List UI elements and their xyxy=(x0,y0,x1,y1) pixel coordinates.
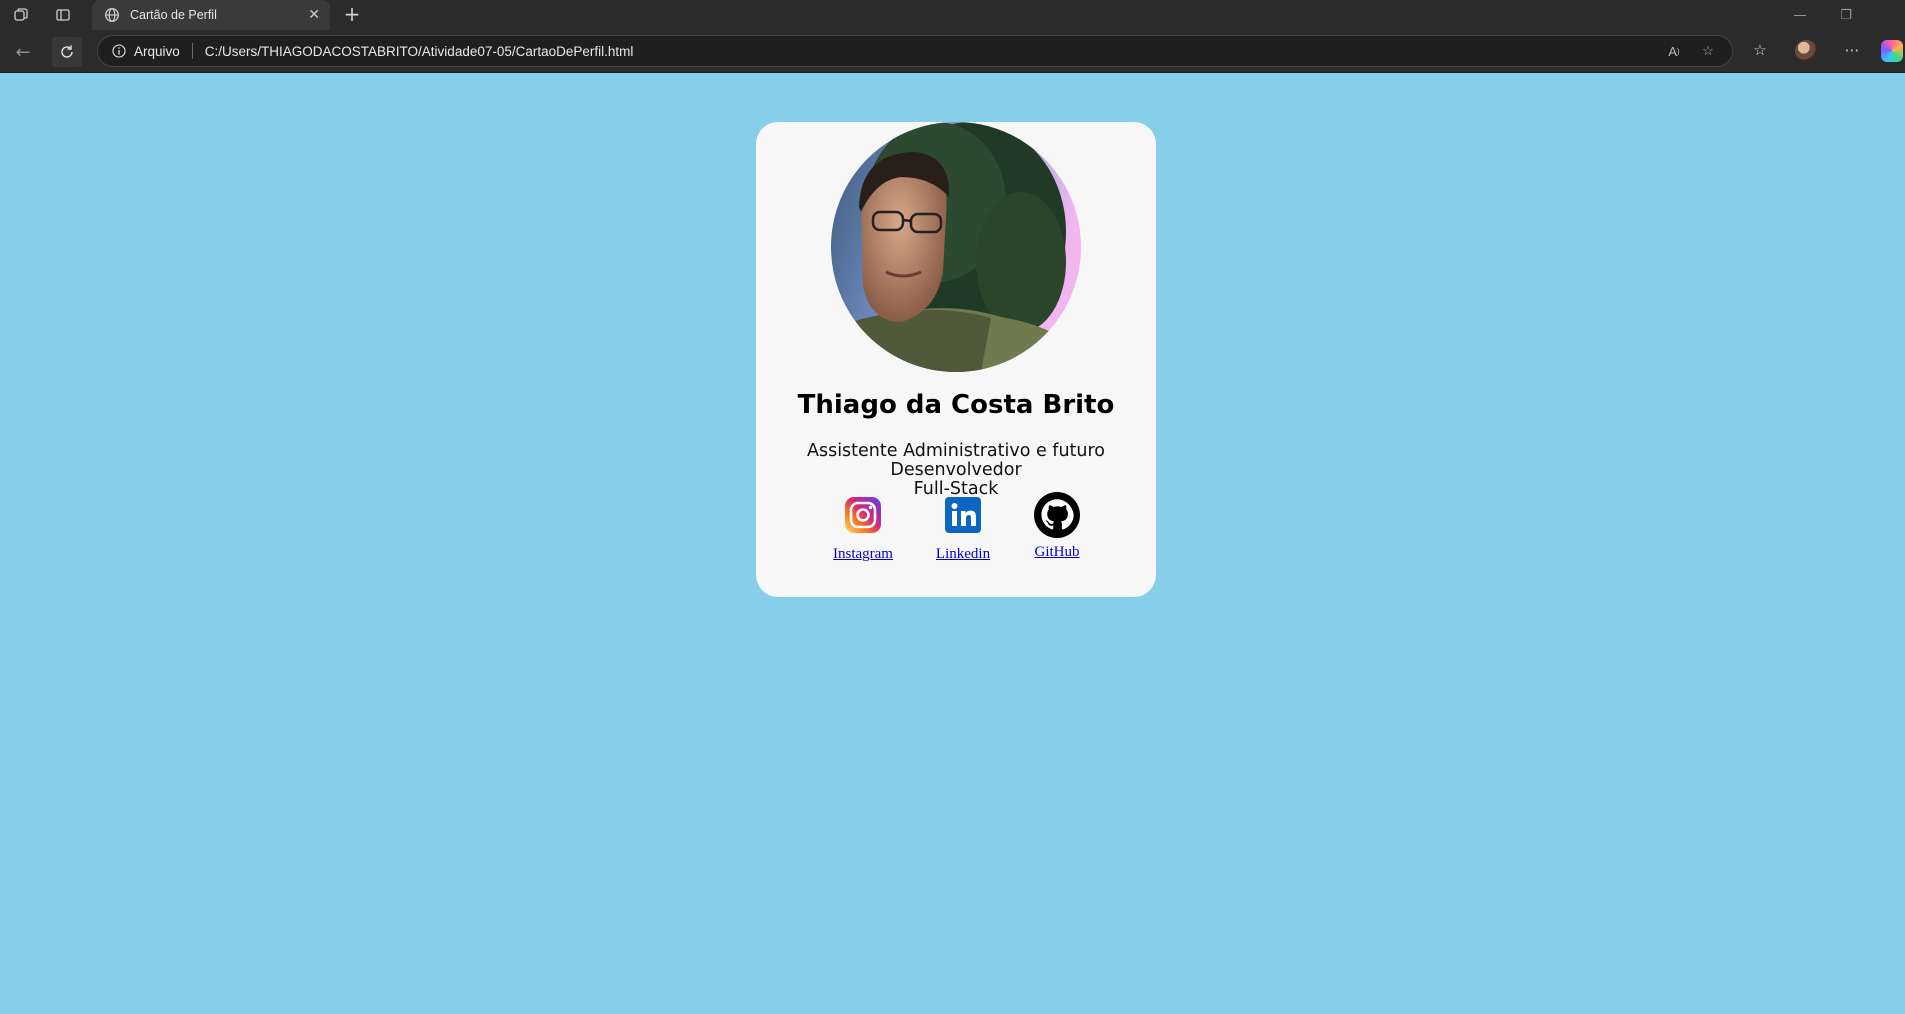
social-linkedin: Linkedin xyxy=(918,496,1008,563)
favorites-icon[interactable]: ☆ xyxy=(1749,39,1771,61)
profile-card: Thiago da Costa Brito Assistente Adminis… xyxy=(756,122,1156,597)
tab-cartao-de-perfil[interactable]: Cartão de Perfil ✕ xyxy=(92,0,330,30)
profile-name: Thiago da Costa Brito xyxy=(797,390,1115,420)
profile-role-line1: Assistente Administrativo e futuro Desen… xyxy=(806,441,1106,480)
workspaces-icon[interactable] xyxy=(10,4,32,26)
tab-actions-icon[interactable] xyxy=(52,4,74,26)
social-instagram: Instagram xyxy=(818,496,908,563)
browser-toolbar: ← Arquivo C:/Users/THIAGODACOSTABRITO/At… xyxy=(0,30,1905,73)
copilot-icon[interactable] xyxy=(1881,40,1903,62)
profile-photo xyxy=(831,122,1081,372)
read-aloud-icon[interactable]: A) xyxy=(1664,41,1684,61)
info-icon[interactable] xyxy=(112,44,126,58)
back-arrow-icon[interactable]: ← xyxy=(8,37,38,67)
linkedin-icon[interactable] xyxy=(944,496,982,534)
address-url[interactable]: C:/Users/THIAGODACOSTABRITO/Atividade07-… xyxy=(205,44,1664,59)
instagram-link[interactable]: Instagram xyxy=(833,546,893,563)
more-options-icon[interactable]: ⋯ xyxy=(1841,39,1863,61)
address-divider xyxy=(191,43,193,59)
address-scheme: Arquivo xyxy=(134,43,180,59)
github-link[interactable]: GitHub xyxy=(1035,544,1080,561)
close-tab-icon[interactable]: ✕ xyxy=(308,7,320,23)
minimize-icon[interactable]: — xyxy=(1777,0,1823,30)
address-bar[interactable]: Arquivo C:/Users/THIAGODACOSTABRITO/Ativ… xyxy=(97,35,1733,67)
profile-avatar-icon[interactable] xyxy=(1795,40,1817,62)
linkedin-link[interactable]: Linkedin xyxy=(936,546,990,563)
tab-title: Cartão de Perfil xyxy=(130,8,217,22)
reload-icon[interactable] xyxy=(52,37,82,67)
new-tab-icon[interactable]: + xyxy=(340,3,364,27)
favorite-star-icon[interactable]: ☆ xyxy=(1698,41,1718,61)
github-icon[interactable] xyxy=(1034,492,1080,538)
social-github: GitHub xyxy=(1012,492,1102,561)
restore-icon[interactable]: ❐ xyxy=(1823,0,1869,30)
instagram-icon[interactable] xyxy=(844,496,882,534)
profile-role: Assistente Administrativo e futuro Desen… xyxy=(756,442,1156,499)
browser-titlebar: Cartão de Perfil ✕ + — ❐ xyxy=(0,0,1905,30)
globe-icon xyxy=(104,7,120,23)
